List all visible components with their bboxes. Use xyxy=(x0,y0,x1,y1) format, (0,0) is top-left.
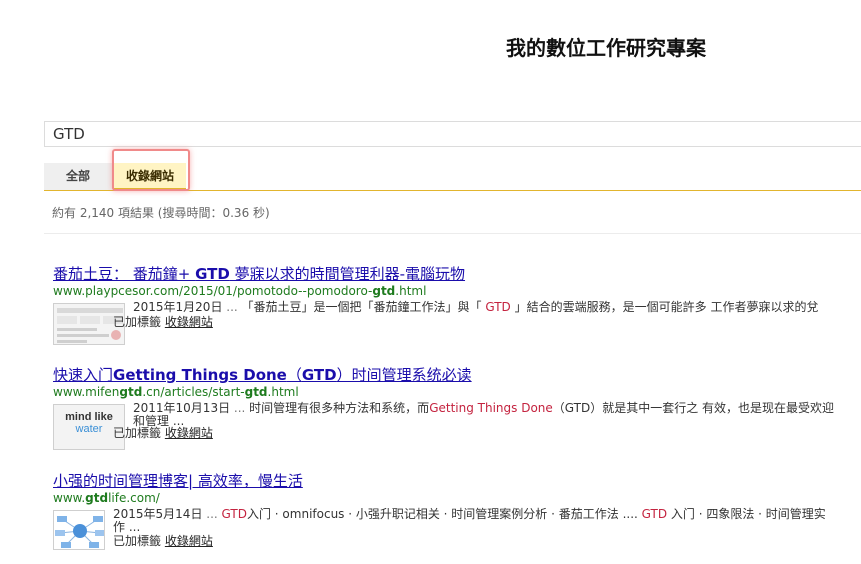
result-title-link[interactable]: 快速入门Getting Things Done（GTD）时间管理系统必读 xyxy=(53,366,861,384)
page-title: 我的數位工作研究專案 xyxy=(506,36,706,60)
result-tags: 已加標籤 收錄網站 xyxy=(113,426,213,440)
search-result: 小强的时间管理博客| 高效率，慢生活 www.gtdlife.com/ 2015… xyxy=(53,472,861,556)
search-result: 快速入门Getting Things Done（GTD）时间管理系统必读 www… xyxy=(53,366,861,450)
tab-all[interactable]: 全部 xyxy=(44,163,112,190)
tag-link[interactable]: 收錄網站 xyxy=(165,315,213,329)
tag-link[interactable]: 收錄網站 xyxy=(165,426,213,440)
result-title-link[interactable]: 番茄土豆： 番茄鐘+ GTD 夢寐以求的時間管理利器-電腦玩物 xyxy=(53,265,861,283)
result-tags: 已加標籤 收錄網站 xyxy=(113,534,213,548)
result-snippet: 2015年5月14日 ... GTD入门 · omnifocus · 小强升职记… xyxy=(113,507,826,521)
tag-link[interactable]: 收錄網站 xyxy=(165,534,213,548)
result-snippet-cont: 作 ... xyxy=(113,520,141,534)
result-stats: 約有 2,140 項結果 (搜尋時間：0.36 秒) xyxy=(52,206,270,220)
result-title-link[interactable]: 小强的时间管理博客| 高效率，慢生活 xyxy=(53,472,861,490)
result-url: www.mifengtd.cn/articles/start-gtd.html xyxy=(53,385,299,399)
result-snippet: 2015年1月20日 ... 「番茄土豆」是一個把「番茄鐘工作法」與「 GTD … xyxy=(133,300,819,314)
search-input[interactable]: GTD xyxy=(44,121,861,147)
search-result: 番茄土豆： 番茄鐘+ GTD 夢寐以求的時間管理利器-電腦玩物 www.play… xyxy=(53,265,861,349)
search-tabs: 全部 收錄網站 xyxy=(44,163,861,191)
result-url: www.gtdlife.com/ xyxy=(53,491,160,505)
result-tags: 已加標籤 收錄網站 xyxy=(113,315,213,329)
result-snippet: 2011年10月13日 ... 时间管理有很多种方法和系统，而Getting T… xyxy=(133,401,835,415)
result-thumbnail[interactable] xyxy=(53,510,105,550)
tabs-underline xyxy=(44,190,861,191)
tab-indexed-sites[interactable]: 收錄網站 xyxy=(114,163,186,190)
divider xyxy=(44,233,861,234)
result-url: www.playpcesor.com/2015/01/pomotodo--pom… xyxy=(53,284,427,298)
